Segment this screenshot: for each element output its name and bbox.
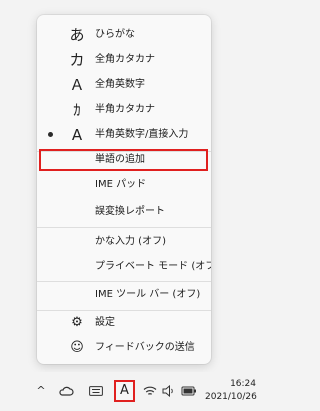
menu-separator (37, 227, 211, 228)
onedrive-cloud-icon[interactable] (58, 385, 74, 397)
keyboard-icon[interactable] (89, 386, 103, 396)
halfwidth-alnum-icon: A (71, 126, 83, 144)
halfwidth-katakana-icon: ｶ (73, 101, 81, 119)
system-clock[interactable]: 16:24 2021/10/26 (205, 378, 257, 404)
menu-separator (37, 281, 211, 282)
hiragana-icon: あ (69, 26, 85, 44)
menu-item-fullwidth-alnum[interactable]: Ａ 全角英数字 (37, 74, 211, 96)
menu-item-fullwidth-katakana[interactable]: カ 全角カタカナ (37, 49, 211, 71)
menu-item-label: 全角カタカナ (95, 54, 155, 65)
menu-item-label: 全角英数字 (95, 79, 145, 90)
menu-item-settings[interactable]: ⚙ 設定 (37, 312, 211, 334)
menu-item-ime-pad[interactable]: IME パッド (37, 174, 211, 196)
menu-item-misconversion-report[interactable]: 誤変換レポート (37, 201, 211, 223)
menu-item-hiragana[interactable]: あ ひらがな (37, 24, 211, 46)
ime-mode-indicator[interactable]: A (114, 380, 135, 402)
katakana-icon: カ (69, 51, 85, 69)
menu-item-label: ひらがな (95, 29, 135, 40)
highlight-box (39, 149, 208, 171)
ime-context-menu: あ ひらがな カ 全角カタカナ Ａ 全角英数字 ｶ 半角カタカナ A 半角英数字… (37, 15, 211, 364)
menu-item-label: プライベート モード (オフ) (95, 261, 211, 272)
menu-item-label: 半角カタカナ (95, 104, 155, 115)
menu-item-ime-toolbar[interactable]: IME ツール バー (オフ) (37, 284, 211, 306)
menu-item-halfwidth-alnum[interactable]: A 半角英数字/直接入力 (37, 124, 211, 146)
feedback-icon: ☺ (70, 340, 84, 355)
menu-item-label: IME パッド (95, 179, 147, 190)
gear-icon: ⚙ (71, 315, 83, 330)
menu-item-kana-input[interactable]: かな入力 (オフ) (37, 231, 211, 253)
ime-mode-glyph: A (120, 383, 129, 398)
fullwidth-alnum-icon: Ａ (69, 76, 85, 94)
menu-item-halfwidth-katakana[interactable]: ｶ 半角カタカナ (37, 99, 211, 121)
menu-item-label: 設定 (95, 317, 115, 328)
menu-item-label: フィードバックの送信 (95, 342, 195, 353)
menu-separator (37, 310, 211, 311)
menu-item-label: 半角英数字/直接入力 (95, 129, 189, 140)
clock-time: 16:24 (230, 379, 256, 389)
menu-item-label: 誤変換レポート (95, 206, 165, 217)
selected-bullet-icon (48, 132, 53, 137)
volume-icon[interactable] (162, 385, 176, 397)
menu-item-private-mode[interactable]: プライベート モード (オフ) (37, 256, 211, 278)
menu-item-label: IME ツール バー (オフ) (95, 289, 201, 300)
menu-item-label: かな入力 (オフ) (95, 236, 166, 247)
battery-icon[interactable] (181, 385, 197, 397)
taskbar: ^ A 16:24 2021/10/26 (0, 372, 257, 411)
show-hidden-icons-chevron-icon[interactable]: ^ (34, 384, 48, 398)
menu-item-send-feedback[interactable]: ☺ フィードバックの送信 (37, 337, 211, 359)
wifi-icon[interactable] (143, 385, 157, 397)
clock-date: 2021/10/26 (205, 392, 257, 402)
